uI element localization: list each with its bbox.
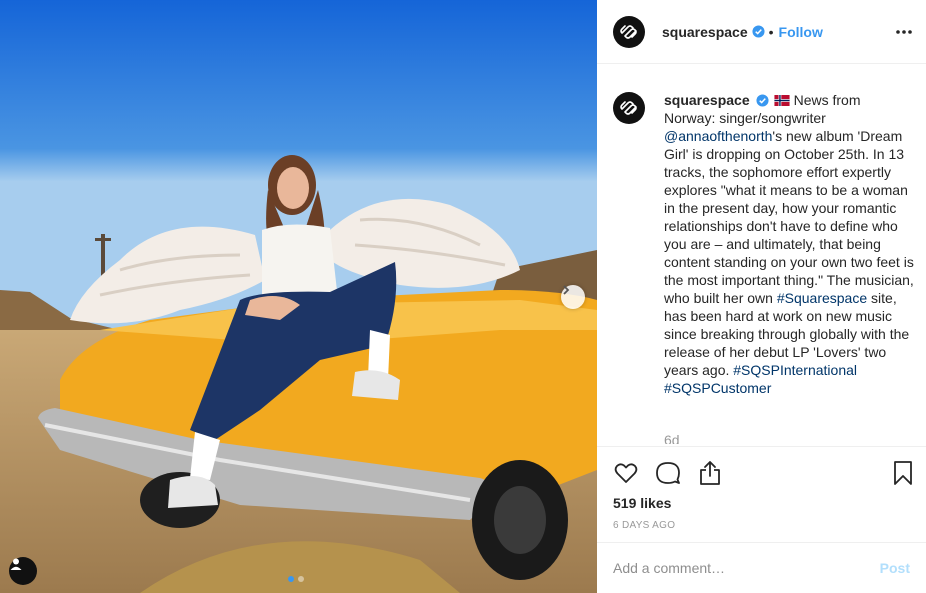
comment-form: Post [597, 542, 926, 593]
comment-icon [656, 462, 680, 484]
post-image[interactable] [0, 0, 597, 593]
caption-timestamp[interactable]: 6d [664, 432, 680, 444]
share-icon [700, 461, 720, 485]
verified-badge-icon [752, 25, 765, 38]
hashtag-link[interactable]: #Squarespace [777, 290, 867, 306]
save-button[interactable] [890, 460, 916, 486]
verified-badge-icon [756, 94, 769, 107]
post-details-panel: squarespace • Follow squarespace News fro… [597, 0, 926, 593]
post-date[interactable]: 6 DAYS AGO [613, 520, 675, 531]
post-header: squarespace • Follow [597, 0, 926, 64]
likes-count[interactable]: 519 likes [613, 495, 671, 511]
caption-section: squarespace News from Norway: singer/song… [613, 84, 921, 444]
post-actions: 519 likes 6 DAYS AGO [597, 446, 926, 541]
carousel-dot-active [288, 576, 294, 582]
chevron-right-icon [563, 285, 570, 295]
carousel-indicator [288, 576, 304, 582]
caption-body-2: 's new album 'Dream Girl' is dropping on… [664, 128, 914, 306]
post-comment-button[interactable]: Post [880, 560, 910, 576]
more-horizontal-icon[interactable] [894, 22, 914, 42]
comment-button[interactable] [655, 460, 681, 486]
tagged-users-button[interactable] [9, 557, 37, 585]
carousel-dot [298, 576, 304, 582]
caption-username[interactable]: squarespace [664, 92, 750, 108]
like-button[interactable] [613, 460, 639, 486]
hashtag-link[interactable]: #SQSPCustomer [664, 380, 771, 396]
squarespace-logo-icon [620, 101, 637, 115]
caption-text: squarespace News from Norway: singer/song… [664, 91, 914, 397]
share-button[interactable] [697, 460, 723, 486]
mention-link[interactable]: @annaofthenorth [664, 128, 772, 144]
bookmark-icon [894, 461, 912, 485]
header-username[interactable]: squarespace [662, 24, 748, 40]
comment-input[interactable] [613, 560, 880, 576]
separator-dot: • [768, 23, 774, 40]
caption-avatar[interactable] [613, 92, 645, 124]
heart-icon [614, 463, 638, 483]
user-icon [10, 558, 22, 570]
squarespace-logo-icon [620, 24, 637, 39]
norway-flag-icon [774, 95, 790, 106]
follow-button[interactable]: Follow [779, 24, 823, 40]
next-slide-button[interactable] [561, 285, 585, 309]
hashtag-link[interactable]: #SQSPInternational [733, 362, 857, 378]
avatar[interactable] [613, 15, 645, 48]
post-photo-illustration [0, 0, 597, 593]
